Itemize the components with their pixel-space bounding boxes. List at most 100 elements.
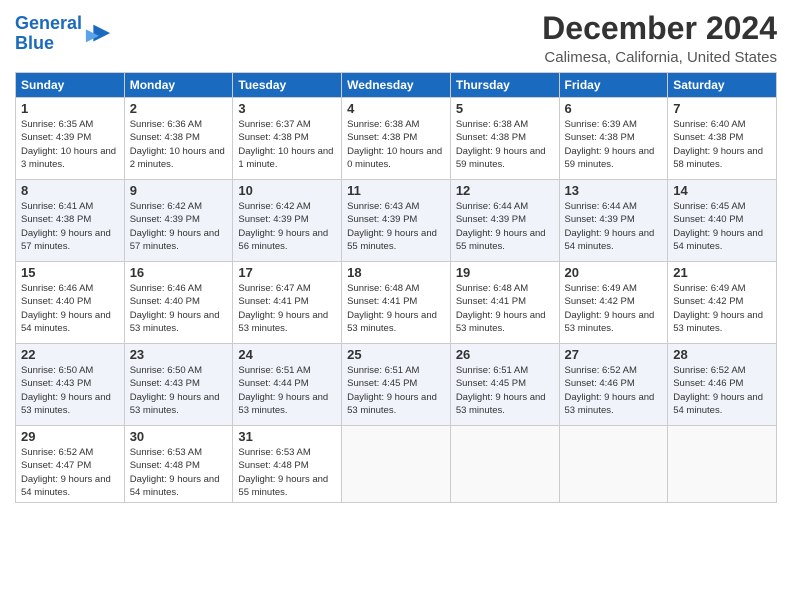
day-info: Sunrise: 6:42 AM Sunset: 4:39 PM Dayligh… xyxy=(238,200,336,253)
day-number: 16 xyxy=(130,265,228,280)
calendar-cell: 16 Sunrise: 6:46 AM Sunset: 4:40 PM Dayl… xyxy=(124,262,233,344)
day-number: 13 xyxy=(565,183,663,198)
day-info: Sunrise: 6:50 AM Sunset: 4:43 PM Dayligh… xyxy=(130,364,228,417)
day-info: Sunrise: 6:51 AM Sunset: 4:45 PM Dayligh… xyxy=(347,364,445,417)
calendar-cell xyxy=(342,426,451,503)
day-info: Sunrise: 6:37 AM Sunset: 4:38 PM Dayligh… xyxy=(238,118,336,171)
day-info: Sunrise: 6:38 AM Sunset: 4:38 PM Dayligh… xyxy=(347,118,445,171)
day-info: Sunrise: 6:49 AM Sunset: 4:42 PM Dayligh… xyxy=(673,282,771,335)
header: General Blue December 2024 Calimesa, Cal… xyxy=(15,10,777,66)
title-block: December 2024 Calimesa, California, Unit… xyxy=(542,10,777,66)
calendar-cell: 5 Sunrise: 6:38 AM Sunset: 4:38 PM Dayli… xyxy=(450,98,559,180)
week-row-4: 22 Sunrise: 6:50 AM Sunset: 4:43 PM Dayl… xyxy=(16,344,777,426)
week-row-1: 1 Sunrise: 6:35 AM Sunset: 4:39 PM Dayli… xyxy=(16,98,777,180)
calendar-cell: 8 Sunrise: 6:41 AM Sunset: 4:38 PM Dayli… xyxy=(16,180,125,262)
week-row-2: 8 Sunrise: 6:41 AM Sunset: 4:38 PM Dayli… xyxy=(16,180,777,262)
day-number: 5 xyxy=(456,101,554,116)
day-info: Sunrise: 6:43 AM Sunset: 4:39 PM Dayligh… xyxy=(347,200,445,253)
day-info: Sunrise: 6:53 AM Sunset: 4:48 PM Dayligh… xyxy=(238,446,336,499)
calendar-cell: 11 Sunrise: 6:43 AM Sunset: 4:39 PM Dayl… xyxy=(342,180,451,262)
calendar-cell: 27 Sunrise: 6:52 AM Sunset: 4:46 PM Dayl… xyxy=(559,344,668,426)
calendar-cell: 1 Sunrise: 6:35 AM Sunset: 4:39 PM Dayli… xyxy=(16,98,125,180)
calendar-cell: 31 Sunrise: 6:53 AM Sunset: 4:48 PM Dayl… xyxy=(233,426,342,503)
logo-icon xyxy=(84,20,112,48)
day-info: Sunrise: 6:44 AM Sunset: 4:39 PM Dayligh… xyxy=(565,200,663,253)
calendar-cell: 29 Sunrise: 6:52 AM Sunset: 4:47 PM Dayl… xyxy=(16,426,125,503)
calendar-cell: 24 Sunrise: 6:51 AM Sunset: 4:44 PM Dayl… xyxy=(233,344,342,426)
day-info: Sunrise: 6:38 AM Sunset: 4:38 PM Dayligh… xyxy=(456,118,554,171)
subtitle: Calimesa, California, United States xyxy=(542,49,777,66)
col-header-sunday: Sunday xyxy=(16,73,125,98)
col-header-wednesday: Wednesday xyxy=(342,73,451,98)
day-number: 21 xyxy=(673,265,771,280)
day-number: 28 xyxy=(673,347,771,362)
day-number: 8 xyxy=(21,183,119,198)
calendar-cell: 15 Sunrise: 6:46 AM Sunset: 4:40 PM Dayl… xyxy=(16,262,125,344)
week-row-5: 29 Sunrise: 6:52 AM Sunset: 4:47 PM Dayl… xyxy=(16,426,777,503)
day-info: Sunrise: 6:39 AM Sunset: 4:38 PM Dayligh… xyxy=(565,118,663,171)
day-number: 6 xyxy=(565,101,663,116)
day-info: Sunrise: 6:52 AM Sunset: 4:46 PM Dayligh… xyxy=(673,364,771,417)
calendar-cell: 14 Sunrise: 6:45 AM Sunset: 4:40 PM Dayl… xyxy=(668,180,777,262)
main-title: December 2024 xyxy=(542,10,777,47)
day-info: Sunrise: 6:46 AM Sunset: 4:40 PM Dayligh… xyxy=(130,282,228,335)
day-info: Sunrise: 6:45 AM Sunset: 4:40 PM Dayligh… xyxy=(673,200,771,253)
day-info: Sunrise: 6:51 AM Sunset: 4:44 PM Dayligh… xyxy=(238,364,336,417)
col-header-saturday: Saturday xyxy=(668,73,777,98)
calendar-cell: 21 Sunrise: 6:49 AM Sunset: 4:42 PM Dayl… xyxy=(668,262,777,344)
day-info: Sunrise: 6:48 AM Sunset: 4:41 PM Dayligh… xyxy=(347,282,445,335)
day-info: Sunrise: 6:40 AM Sunset: 4:38 PM Dayligh… xyxy=(673,118,771,171)
day-number: 18 xyxy=(347,265,445,280)
day-info: Sunrise: 6:48 AM Sunset: 4:41 PM Dayligh… xyxy=(456,282,554,335)
day-number: 11 xyxy=(347,183,445,198)
day-info: Sunrise: 6:51 AM Sunset: 4:45 PM Dayligh… xyxy=(456,364,554,417)
day-number: 22 xyxy=(21,347,119,362)
col-header-friday: Friday xyxy=(559,73,668,98)
calendar-cell: 30 Sunrise: 6:53 AM Sunset: 4:48 PM Dayl… xyxy=(124,426,233,503)
calendar-cell xyxy=(450,426,559,503)
day-number: 1 xyxy=(21,101,119,116)
day-info: Sunrise: 6:36 AM Sunset: 4:38 PM Dayligh… xyxy=(130,118,228,171)
calendar-cell xyxy=(559,426,668,503)
day-number: 24 xyxy=(238,347,336,362)
calendar-cell: 3 Sunrise: 6:37 AM Sunset: 4:38 PM Dayli… xyxy=(233,98,342,180)
day-number: 3 xyxy=(238,101,336,116)
col-header-monday: Monday xyxy=(124,73,233,98)
calendar-table: SundayMondayTuesdayWednesdayThursdayFrid… xyxy=(15,72,777,503)
logo-text2: Blue xyxy=(15,34,82,54)
calendar-cell: 17 Sunrise: 6:47 AM Sunset: 4:41 PM Dayl… xyxy=(233,262,342,344)
calendar-cell: 25 Sunrise: 6:51 AM Sunset: 4:45 PM Dayl… xyxy=(342,344,451,426)
day-info: Sunrise: 6:50 AM Sunset: 4:43 PM Dayligh… xyxy=(21,364,119,417)
calendar-cell: 26 Sunrise: 6:51 AM Sunset: 4:45 PM Dayl… xyxy=(450,344,559,426)
day-number: 15 xyxy=(21,265,119,280)
week-row-3: 15 Sunrise: 6:46 AM Sunset: 4:40 PM Dayl… xyxy=(16,262,777,344)
day-info: Sunrise: 6:53 AM Sunset: 4:48 PM Dayligh… xyxy=(130,446,228,499)
calendar-cell: 6 Sunrise: 6:39 AM Sunset: 4:38 PM Dayli… xyxy=(559,98,668,180)
day-number: 12 xyxy=(456,183,554,198)
day-number: 31 xyxy=(238,429,336,444)
day-number: 25 xyxy=(347,347,445,362)
calendar-cell: 2 Sunrise: 6:36 AM Sunset: 4:38 PM Dayli… xyxy=(124,98,233,180)
day-number: 29 xyxy=(21,429,119,444)
day-number: 19 xyxy=(456,265,554,280)
day-info: Sunrise: 6:35 AM Sunset: 4:39 PM Dayligh… xyxy=(21,118,119,171)
day-info: Sunrise: 6:44 AM Sunset: 4:39 PM Dayligh… xyxy=(456,200,554,253)
calendar-cell: 9 Sunrise: 6:42 AM Sunset: 4:39 PM Dayli… xyxy=(124,180,233,262)
day-number: 4 xyxy=(347,101,445,116)
day-info: Sunrise: 6:52 AM Sunset: 4:46 PM Dayligh… xyxy=(565,364,663,417)
day-info: Sunrise: 6:42 AM Sunset: 4:39 PM Dayligh… xyxy=(130,200,228,253)
calendar-cell: 28 Sunrise: 6:52 AM Sunset: 4:46 PM Dayl… xyxy=(668,344,777,426)
day-info: Sunrise: 6:46 AM Sunset: 4:40 PM Dayligh… xyxy=(21,282,119,335)
col-header-thursday: Thursday xyxy=(450,73,559,98)
day-number: 7 xyxy=(673,101,771,116)
day-number: 10 xyxy=(238,183,336,198)
calendar-cell: 23 Sunrise: 6:50 AM Sunset: 4:43 PM Dayl… xyxy=(124,344,233,426)
page: General Blue December 2024 Calimesa, Cal… xyxy=(0,0,792,513)
calendar-cell: 10 Sunrise: 6:42 AM Sunset: 4:39 PM Dayl… xyxy=(233,180,342,262)
day-info: Sunrise: 6:41 AM Sunset: 4:38 PM Dayligh… xyxy=(21,200,119,253)
day-number: 27 xyxy=(565,347,663,362)
day-info: Sunrise: 6:47 AM Sunset: 4:41 PM Dayligh… xyxy=(238,282,336,335)
day-number: 26 xyxy=(456,347,554,362)
calendar-cell: 20 Sunrise: 6:49 AM Sunset: 4:42 PM Dayl… xyxy=(559,262,668,344)
col-header-tuesday: Tuesday xyxy=(233,73,342,98)
